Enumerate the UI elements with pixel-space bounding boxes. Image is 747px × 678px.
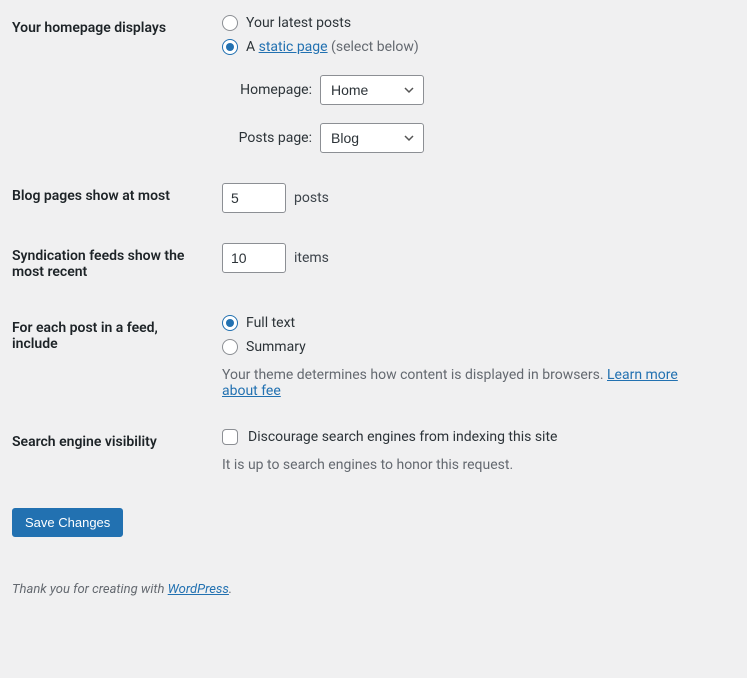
homepage-select-label: Homepage: — [222, 82, 312, 98]
footer-prefix: Thank you for creating with — [12, 582, 168, 597]
syndication-label: Syndication feeds show the most recent — [12, 228, 212, 300]
radio-static-page[interactable] — [222, 39, 238, 55]
feed-include-group: Full text Summary — [222, 315, 717, 355]
radio-full-text-label[interactable]: Full text — [246, 315, 295, 331]
posts-page-select[interactable]: Blog — [320, 123, 424, 153]
blog-pages-suffix: posts — [294, 190, 329, 206]
static-prefix-text: A — [246, 39, 259, 55]
homepage-select[interactable]: Home — [320, 75, 424, 105]
feed-include-label: For each post in a feed, include — [12, 300, 212, 414]
save-changes-button[interactable]: Save Changes — [12, 508, 123, 537]
radio-summary[interactable] — [222, 339, 238, 355]
search-visibility-label: Search engine visibility — [12, 414, 212, 488]
feed-include-description: Your theme determines how content is dis… — [222, 367, 717, 399]
settings-form-table: Your homepage displays Your latest posts… — [12, 0, 727, 488]
syndication-suffix: items — [294, 250, 329, 266]
blog-pages-input[interactable] — [222, 183, 286, 213]
radio-full-text[interactable] — [222, 315, 238, 331]
radio-summary-label[interactable]: Summary — [246, 339, 306, 355]
radio-latest-posts[interactable] — [222, 15, 238, 31]
search-visibility-checkbox[interactable] — [222, 429, 238, 445]
search-visibility-description: It is up to search engines to honor this… — [222, 457, 717, 473]
posts-page-select-label: Posts page: — [222, 130, 312, 146]
static-suffix-text: (select below) — [328, 39, 419, 55]
footer-suffix: . — [229, 582, 232, 597]
blog-pages-label: Blog pages show at most — [12, 168, 212, 228]
homepage-displays-label: Your homepage displays — [12, 0, 212, 168]
feed-desc-prefix: Your theme determines how content is dis… — [222, 367, 607, 383]
static-page-link[interactable]: static page — [259, 39, 328, 55]
search-visibility-checkbox-label[interactable]: Discourage search engines from indexing … — [248, 429, 557, 445]
homepage-displays-group: Your latest posts A static page (select … — [222, 15, 717, 55]
footer: Thank you for creating with WordPress. — [12, 557, 727, 612]
syndication-input[interactable] — [222, 243, 286, 273]
radio-static-page-label[interactable]: A static page (select below) — [246, 39, 419, 55]
footer-wordpress-link[interactable]: WordPress — [168, 582, 229, 597]
submit-row: Save Changes — [12, 488, 727, 557]
radio-latest-posts-label[interactable]: Your latest posts — [246, 15, 351, 31]
static-page-subfields: Homepage: Home Posts page: Blog — [222, 75, 717, 153]
